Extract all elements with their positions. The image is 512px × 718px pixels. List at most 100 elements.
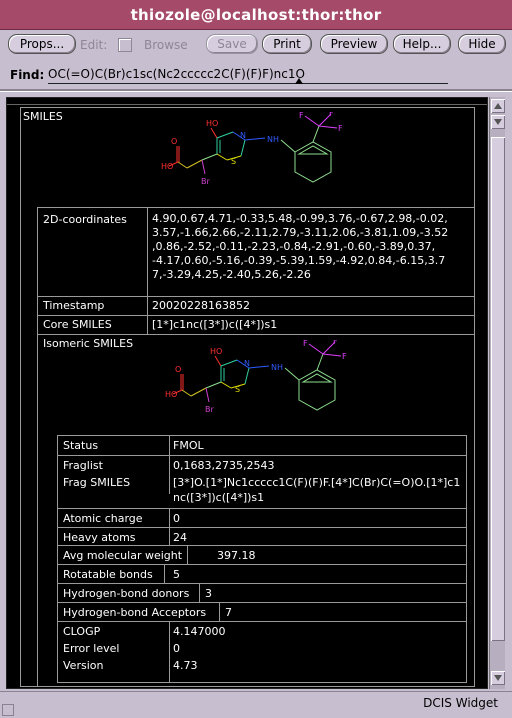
scroll-up-button[interactable]: [491, 99, 505, 113]
bond: [244, 137, 266, 141]
arrow-down-icon: [494, 675, 502, 681]
clogp-label: CLOGP: [63, 625, 101, 638]
isomeric-smiles-label: Isomeric SMILES: [43, 337, 134, 350]
preview-button[interactable]: Preview: [320, 34, 388, 54]
bond: [248, 365, 270, 369]
vertical-scrollbar[interactable]: [489, 97, 505, 689]
status-bar: DCIS Widget: [0, 691, 512, 718]
record-pane[interactable]: SMILES O HO Br HO N S NH F F F 2D-coordi…: [6, 97, 488, 689]
atom-OH: HO: [206, 119, 218, 128]
column-divider: [187, 545, 188, 564]
title-bar[interactable]: thiozole@localhost:thor:thor: [0, 0, 512, 30]
window-title: thiozole@localhost:thor:thor: [130, 6, 382, 24]
atomic-charge-label: Atomic charge: [63, 512, 143, 525]
save-button[interactable]: Save: [206, 34, 258, 54]
coords-line: 3.57,-1.66,2.66,-2.11,2.79,-3.11,2.06,-3…: [152, 226, 449, 239]
atom-F: F: [342, 352, 347, 361]
version-label: Version: [63, 659, 104, 672]
row-divider: [57, 527, 467, 528]
bond: [312, 125, 320, 143]
text-caret: [295, 78, 303, 84]
row-divider: [57, 602, 467, 603]
coords-line: 7,-3.29,4.25,-2.40,5.26,-2.26: [152, 268, 311, 281]
atom-Br: Br: [205, 405, 214, 414]
hbond-acceptors-label: Hydrogen-bond Acceptors: [63, 606, 207, 619]
atom-F: F: [303, 340, 308, 348]
clogp-value: 4.147000: [173, 625, 226, 638]
bond: [284, 367, 300, 381]
row-divider: [57, 621, 467, 622]
hide-button[interactable]: Hide: [458, 34, 506, 54]
molecule-structure-2: O HO Br HO N S NH F F F: [165, 340, 347, 414]
edit-checkbox[interactable]: [118, 38, 132, 52]
atom-N: N: [240, 131, 246, 140]
frag-smiles-value: [3*]O.[1*]Nc1ccccc1C(F)(F)F.[4*]C(Br)C(=…: [173, 476, 461, 489]
error-level-label: Error level: [63, 642, 120, 655]
help-button[interactable]: Help...: [393, 34, 451, 54]
bond: [220, 381, 232, 389]
bond: [177, 161, 188, 169]
status-text: DCIS Widget: [423, 696, 498, 710]
atom-NH: NH: [271, 363, 283, 372]
bond: [318, 125, 338, 129]
atom-HO: HO: [161, 162, 173, 171]
core-smiles-label: Core SMILES: [43, 318, 112, 331]
bond: [210, 127, 218, 139]
coords-label: 2D-coordinates: [43, 213, 127, 226]
frag-smiles-value: nc([3*])c([4*])s1: [173, 491, 265, 504]
timestamp-label: Timestamp: [43, 299, 105, 312]
bond: [186, 159, 203, 169]
atom-Br: Br: [201, 177, 210, 186]
rotatable-bonds-value: 5: [173, 568, 180, 581]
scroll-up-button-secondary[interactable]: [491, 115, 505, 129]
hbond-donors-value: 3: [205, 587, 212, 600]
scrollbar-thumb[interactable]: [491, 137, 505, 641]
bond: [201, 153, 218, 161]
arrow-up-icon: [494, 103, 502, 109]
separator: [0, 89, 512, 92]
row-divider: [57, 564, 467, 565]
row-divider: [37, 334, 475, 335]
status-value: FMOL: [173, 439, 204, 452]
find-input[interactable]: OC(=O)C(Br)c1sc(Nc2ccccc2C(F)(F)F)nc1O: [48, 67, 448, 84]
column-divider: [169, 621, 170, 683]
atom-HO: HO: [165, 390, 177, 399]
atom-OH: HO: [210, 347, 222, 356]
find-row: Find: OC(=O)C(Br)c1sc(Nc2ccccc2C(F)(F)F)…: [0, 62, 512, 90]
browse-label: Browse: [144, 38, 188, 52]
frag-smiles-label: Frag SMILES: [63, 476, 131, 489]
coords-line: ,0.86,-2.52,-0.11,-2.23,-0.84,-2.91,-0.6…: [152, 240, 436, 253]
atom-F: F: [299, 112, 304, 120]
fraglist-value: 0,1683,2735,2543: [173, 459, 275, 472]
bond: [205, 381, 222, 389]
error-level-value: 0: [173, 642, 180, 655]
print-button[interactable]: Print: [262, 34, 312, 54]
arrow-down-icon: [494, 119, 502, 125]
pane-top-strip: [7, 98, 487, 105]
bond: [304, 115, 320, 127]
version-value: 4.73: [173, 659, 198, 672]
bond: [201, 159, 206, 175]
scroll-down-button[interactable]: [491, 671, 505, 685]
row-divider: [57, 455, 467, 456]
atom-NH: NH: [267, 135, 279, 144]
toolbar: Props... Edit: Browse Save Print Preview…: [0, 30, 512, 60]
row-divider: [37, 315, 475, 316]
bond: [244, 367, 250, 385]
hbond-acceptors-value: 7: [225, 606, 232, 619]
molecular-weight-label: Avg molecular weight: [63, 549, 183, 562]
resize-grip-icon[interactable]: [2, 704, 14, 716]
rotatable-bonds-label: Rotatable bonds: [63, 568, 153, 581]
bond: [181, 389, 192, 397]
atom-O: O: [175, 365, 181, 374]
column-divider: [164, 564, 165, 583]
status-label: Status: [63, 439, 99, 452]
props-button[interactable]: Props...: [8, 34, 76, 54]
fraglist-label: Fraglist: [63, 459, 103, 472]
smiles-label: SMILES: [23, 110, 63, 123]
coords-line: 4.90,0.67,4.71,-0.33,5.48,-0.99,3.76,-0.…: [152, 212, 448, 225]
column-divider: [169, 435, 170, 494]
column-divider: [199, 583, 200, 602]
bond: [220, 359, 238, 367]
row-divider: [57, 508, 467, 509]
